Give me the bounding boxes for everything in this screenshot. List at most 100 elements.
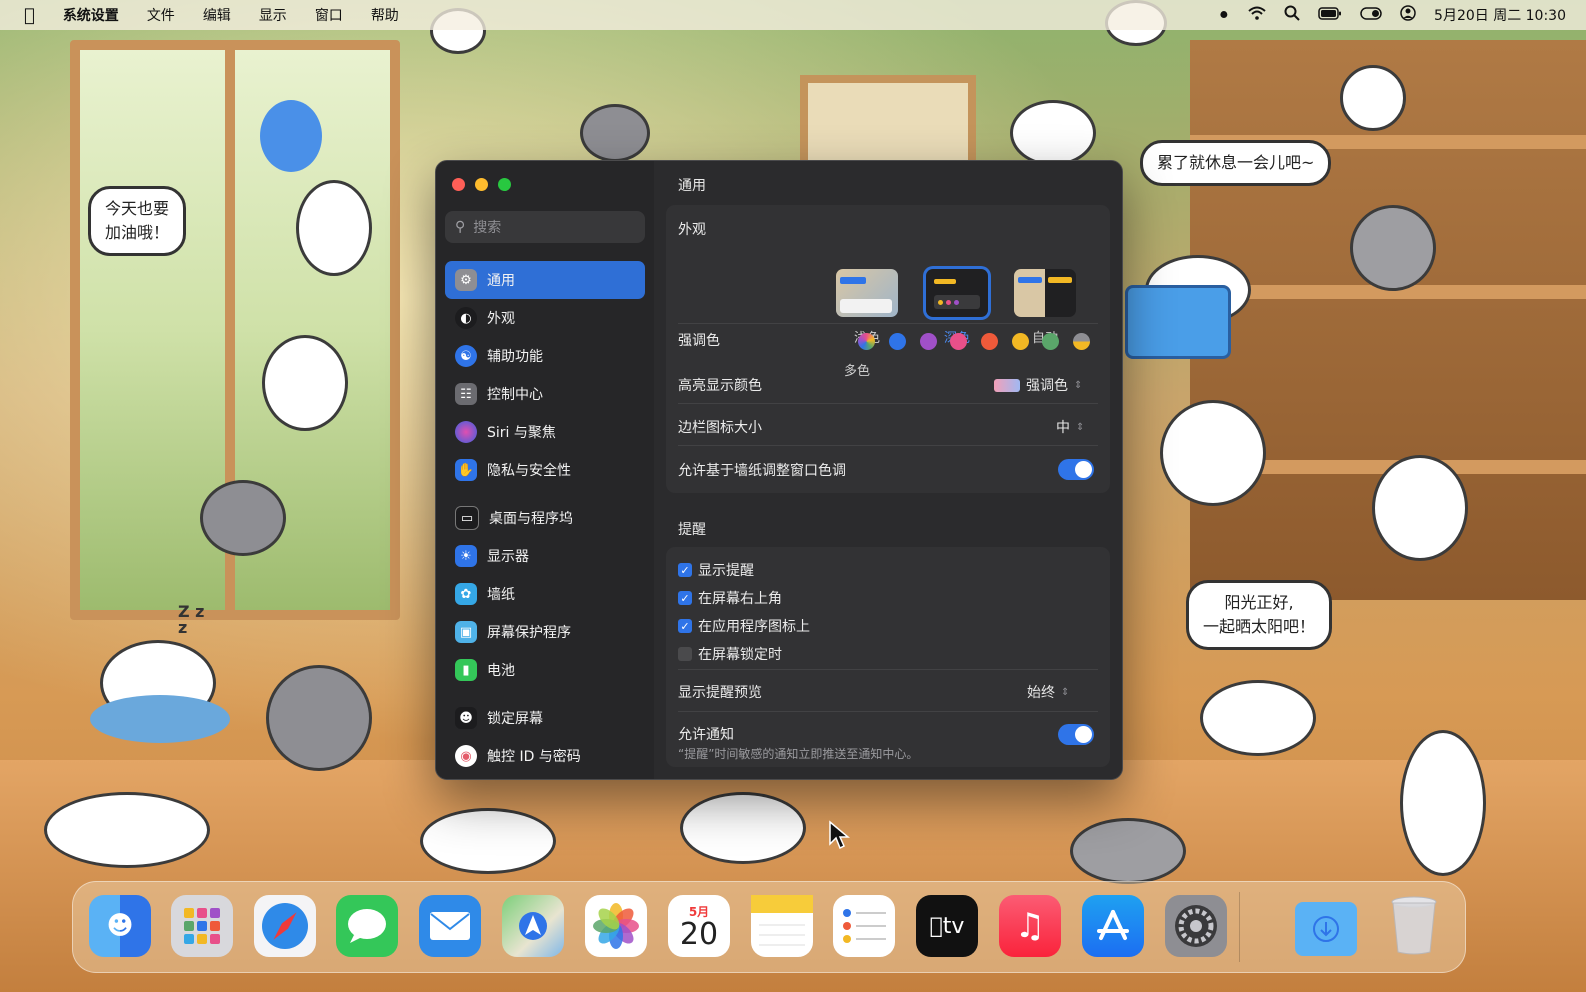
accent-graphite-swatch[interactable] — [1073, 333, 1090, 350]
close-window-button[interactable] — [452, 178, 465, 191]
sidebar-item-label: 触控 ID 与密码 — [487, 749, 581, 765]
chevron-updown-icon: ⇕ — [1074, 379, 1083, 391]
safari-icon[interactable] — [254, 895, 316, 957]
system-settings-icon[interactable] — [1165, 895, 1227, 957]
screensaver-icon: ▣ — [455, 621, 477, 643]
accent-red-swatch[interactable] — [981, 333, 998, 350]
accent-multicolor-swatch[interactable] — [858, 333, 875, 350]
dock-icon: ▭ — [455, 506, 479, 530]
top-right-checkbox[interactable]: ✓ 在屏幕右上角 — [678, 588, 782, 608]
menu-window[interactable]: 窗口 — [315, 5, 343, 25]
search-input[interactable]: ⚲ 搜索 — [445, 211, 645, 243]
divider — [678, 445, 1098, 446]
calendar-icon[interactable]: 5月 20 — [668, 895, 730, 957]
spotlight-search-icon[interactable] — [1284, 5, 1300, 25]
divider — [678, 323, 1098, 324]
allow-notifications-toggle[interactable] — [1058, 724, 1094, 745]
accent-pink-swatch[interactable] — [950, 333, 967, 350]
accent-blue-swatch[interactable] — [889, 333, 906, 350]
wallpaper-tint-toggle[interactable] — [1058, 459, 1094, 480]
sidebar-item-label: 屏幕保护程序 — [487, 625, 571, 641]
highlight-color-popup[interactable]: 强调色 ⇕ — [994, 375, 1082, 395]
trash-icon[interactable] — [1383, 895, 1445, 957]
finder-icon[interactable]: ☻ — [89, 895, 151, 957]
reminders-icon[interactable] — [833, 895, 895, 957]
cat-decoration — [1400, 730, 1486, 876]
sidebar-item-label: 外观 — [487, 311, 515, 327]
sidebar-item-wallpaper[interactable]: ✿ 墙纸 — [445, 575, 645, 613]
sidebar-item-appearance[interactable]: ◐ 外观 — [445, 299, 645, 337]
appearance-panel: 外观 浅色 深色 — [666, 205, 1110, 493]
mail-icon[interactable] — [419, 895, 481, 957]
chevron-updown-icon: ⇕ — [1061, 686, 1070, 698]
preview-popup[interactable]: 始终 ⇕ — [1027, 682, 1069, 702]
user-status-icon[interactable] — [1400, 5, 1416, 25]
check-icon: ✓ — [678, 619, 692, 633]
menu-clock[interactable]: 5月20日 周二 10:30 — [1434, 5, 1566, 25]
sidebar-item-siri[interactable]: Siri 与聚焦 — [445, 413, 645, 451]
allow-notifications-label: 允许通知 — [678, 727, 734, 743]
cat-decoration — [200, 480, 286, 556]
zoom-window-button[interactable] — [498, 178, 511, 191]
sidebar-item-accessibility[interactable]: ☯ 辅助功能 — [445, 337, 645, 375]
cat-decoration — [266, 665, 372, 771]
sidebar-item-screensaver[interactable]: ▣ 屏幕保护程序 — [445, 613, 645, 651]
menu-help[interactable]: 帮助 — [371, 5, 399, 25]
sidebar-item-privacy[interactable]: ✋ 隐私与安全性 — [445, 451, 645, 489]
speech-bubble: 阳光正好, 一起晒太阳吧！ — [1186, 580, 1333, 650]
cat-decoration — [296, 180, 372, 276]
preview-value: 始终 — [1027, 685, 1055, 701]
theme-auto-thumbnail — [1014, 269, 1076, 317]
sidebar-item-label: 电池 — [487, 663, 515, 679]
menu-view[interactable]: 显示 — [259, 5, 287, 25]
downloads-icon[interactable] — [1295, 902, 1357, 956]
accent-yellow-swatch[interactable] — [1012, 333, 1029, 350]
control-center-status-icon[interactable] — [1360, 6, 1382, 24]
lock-screen-checkbox[interactable]: 在屏幕锁定时 — [678, 644, 782, 664]
menu-edit[interactable]: 编辑 — [203, 5, 231, 25]
sidebar-item-battery[interactable]: ▮ 电池 — [445, 651, 645, 689]
sidebar-item-displays[interactable]: ☀ 显示器 — [445, 537, 645, 575]
launchpad-icon[interactable] — [171, 895, 233, 957]
sidebar-item-label: 通用 — [487, 273, 515, 289]
tv-icon[interactable]: tv — [916, 895, 978, 957]
cat-decoration — [680, 792, 806, 864]
minimize-window-button[interactable] — [475, 178, 488, 191]
dock: ☻ 5月 20 tv ♫ — [72, 881, 1466, 973]
apple-icon[interactable]:  — [24, 5, 35, 26]
divider — [678, 669, 1098, 670]
gear-icon: ⚙ — [455, 269, 477, 291]
highlight-swatch — [994, 378, 1020, 392]
menu-app-name[interactable]: 系统设置 — [63, 5, 119, 25]
photos-icon[interactable] — [585, 895, 647, 957]
sidebar-item-desktop-dock[interactable]: ▭ 桌面与程序坞 — [445, 499, 645, 537]
notifications-panel: ✓ 显示提醒 ✓ 在屏幕右上角 ✓ 在应用程序图标上 在屏幕锁定时 显示提醒预览… — [666, 547, 1110, 767]
app-icon-badge-checkbox[interactable]: ✓ 在应用程序图标上 — [678, 616, 810, 636]
siri-icon — [455, 421, 477, 443]
messages-icon[interactable] — [336, 895, 398, 957]
sidebar-item-touch-id[interactable]: ◉ 触控 ID 与密码 — [445, 737, 645, 775]
maps-icon[interactable] — [502, 895, 564, 957]
accent-purple-swatch[interactable] — [920, 333, 937, 350]
battery-status-icon[interactable] — [1318, 6, 1342, 24]
wifi-icon[interactable] — [1248, 6, 1266, 24]
music-icon[interactable]: ♫ — [999, 895, 1061, 957]
app-store-icon[interactable] — [1082, 895, 1144, 957]
show-notifications-checkbox[interactable]: ✓ 显示提醒 — [678, 560, 754, 580]
checkbox-label: 显示提醒 — [698, 563, 754, 579]
cushion-decoration — [90, 695, 230, 743]
speech-bubble: 今天也要 加油哦！ — [88, 186, 187, 256]
lock-screen-icon: ☻ — [455, 707, 477, 729]
notes-icon[interactable] — [751, 895, 813, 957]
sidebar-icon-size-popup[interactable]: 中 ⇕ — [1056, 417, 1084, 437]
search-icon: ⚲ — [455, 219, 466, 235]
mouse-pointer-icon — [829, 820, 850, 850]
sidebar-nav: ⚙ 通用 ◐ 外观 ☯ 辅助功能 ☷ 控制中心 Siri 与聚焦 ✋ 隐私与安全… — [445, 261, 645, 775]
sidebar-item-control-center[interactable]: ☷ 控制中心 — [445, 375, 645, 413]
menu-file[interactable]: 文件 — [147, 5, 175, 25]
sidebar-item-general[interactable]: ⚙ 通用 — [445, 261, 645, 299]
cat-status-icon[interactable]: ⚫ — [1217, 6, 1230, 24]
accent-green-swatch[interactable] — [1042, 333, 1059, 350]
theme-light-thumbnail — [836, 269, 898, 317]
sidebar-item-lock-screen[interactable]: ☻ 锁定屏幕 — [445, 699, 645, 737]
